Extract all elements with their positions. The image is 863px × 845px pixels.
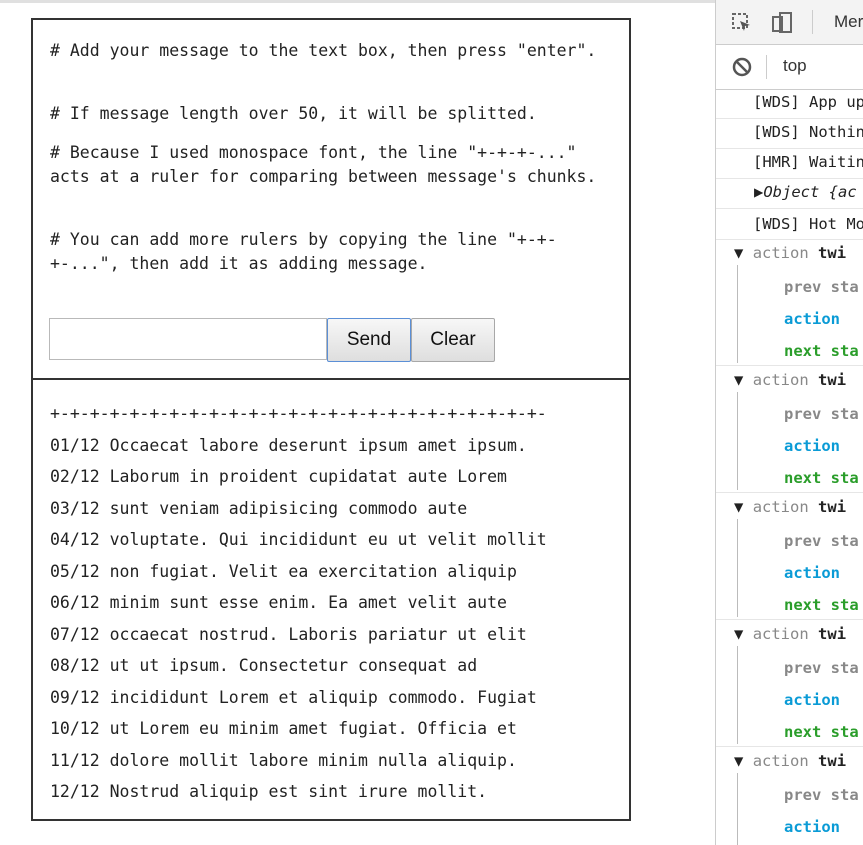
console-log: [WDS] Hot Mo — [753, 215, 863, 233]
action-row[interactable]: action — [784, 691, 863, 709]
group-guide-line — [737, 519, 738, 617]
action-row[interactable]: action — [784, 818, 863, 836]
console-log: [WDS] App up — [753, 93, 863, 111]
action-row[interactable]: action — [784, 564, 863, 582]
console-toolbar: top — [716, 45, 863, 90]
ruler-line: +-+-+-+-+-+-+-+-+-+-+-+-+-+-+-+-+-+-+-+-… — [50, 404, 547, 423]
group-guide-line — [737, 646, 738, 744]
devtools-toolbar: Mer — [716, 0, 863, 45]
message-chunk: 12/12 Nostrud aliquip est sint irure mol… — [50, 782, 488, 801]
toolbar-divider — [766, 55, 767, 79]
instruction-line: # If message length over 50, it will be … — [50, 104, 537, 123]
collapse-triangle-icon[interactable]: ▼ — [734, 498, 743, 516]
action-group-header[interactable]: ▼ action twi — [734, 244, 863, 262]
console-log: [HMR] Waitin — [753, 153, 863, 171]
message-input[interactable] — [49, 318, 327, 360]
clear-console-icon[interactable] — [731, 56, 753, 82]
prev-state-row[interactable]: prev sta — [784, 405, 863, 423]
collapse-triangle-icon[interactable]: ▼ — [734, 371, 743, 389]
log-divider — [716, 118, 863, 119]
device-toolbar-icon[interactable] — [770, 11, 794, 39]
next-state-row[interactable]: next sta — [784, 596, 863, 614]
message-chunk: 11/12 dolore mollit labore minim nulla a… — [50, 750, 517, 770]
message-chunk: 05/12 non fugiat. Velit ea exercitation … — [50, 561, 517, 581]
action-row[interactable]: action — [784, 437, 863, 455]
console-log: [WDS] Nothin — [753, 123, 863, 141]
message-chunk: 07/12 occaecat nostrud. Laboris pariatur… — [50, 624, 527, 644]
next-state-row[interactable]: next sta — [784, 342, 863, 360]
message-chunk: 01/12 Occaecat labore deserunt ipsum ame… — [50, 435, 527, 455]
collapse-triangle-icon[interactable]: ▼ — [734, 752, 743, 770]
action-group-header[interactable]: ▼ action twi — [734, 371, 863, 389]
group-guide-line — [737, 773, 738, 845]
prev-state-row[interactable]: prev sta — [784, 659, 863, 677]
message-chunk: 06/12 minim sunt esse enim. Ea amet veli… — [50, 593, 507, 612]
send-button[interactable]: Send — [327, 318, 411, 362]
action-group-header[interactable]: ▼ action twi — [734, 752, 863, 770]
next-state-row[interactable]: next sta — [784, 469, 863, 487]
next-state-row[interactable]: next sta — [784, 723, 863, 741]
log-divider — [716, 746, 863, 747]
message-form: Send Clear — [49, 318, 495, 362]
group-guide-line — [737, 265, 738, 363]
message-chunk: 10/12 ut Lorem eu minim amet fugiat. Off… — [50, 719, 517, 738]
message-chunk: 04/12 voluptate. Qui incididunt eu ut ve… — [50, 530, 547, 549]
log-divider — [716, 208, 863, 209]
message-list: +-+-+-+-+-+-+-+-+-+-+-+-+-+-+-+-+-+-+-+-… — [50, 398, 620, 808]
log-divider — [716, 619, 863, 620]
log-divider — [716, 365, 863, 366]
expand-triangle-icon[interactable]: ▶ — [754, 183, 763, 201]
chat-app-card: # Add your message to the text box, then… — [31, 18, 631, 821]
clear-button[interactable]: Clear — [411, 318, 495, 362]
log-divider — [716, 239, 863, 240]
group-guide-line — [737, 392, 738, 490]
devtools-panel: Mer top [WDS] App up [WDS] Nothin [HMR] … — [715, 0, 863, 845]
toolbar-divider — [812, 10, 813, 34]
message-chunk: 09/12 incididunt Lorem et aliquip commod… — [50, 687, 537, 707]
action-group-header[interactable]: ▼ action twi — [734, 498, 863, 516]
prev-state-row[interactable]: prev sta — [784, 786, 863, 804]
instruction-line: # Add your message to the text box, then… — [50, 41, 597, 60]
collapse-triangle-icon[interactable]: ▼ — [734, 244, 743, 262]
action-row[interactable]: action — [784, 310, 863, 328]
inspect-element-icon[interactable] — [731, 12, 753, 38]
console-object[interactable]: ▶Object {ac — [754, 183, 863, 201]
message-chunk: 03/12 sunt veniam adipisicing commodo au… — [50, 498, 468, 518]
log-divider — [716, 492, 863, 493]
message-chunk: 08/12 ut ut ipsum. Consectetur consequat… — [50, 656, 478, 675]
instruction-line: # Because I used monospace font, the lin… — [50, 143, 597, 186]
prev-state-row[interactable]: prev sta — [784, 532, 863, 550]
instructions-panel: # Add your message to the text box, then… — [33, 20, 629, 380]
message-chunk: 02/12 Laborum in proident cupidatat aute… — [50, 467, 507, 486]
log-divider — [716, 148, 863, 149]
memory-tab[interactable]: Mer — [834, 12, 863, 32]
log-divider — [716, 178, 863, 179]
instruction-line: # You can add more rulers by copying the… — [50, 230, 557, 273]
prev-state-row[interactable]: prev sta — [784, 278, 863, 296]
action-group-header[interactable]: ▼ action twi — [734, 625, 863, 643]
context-selector[interactable]: top — [783, 56, 807, 76]
collapse-triangle-icon[interactable]: ▼ — [734, 625, 743, 643]
